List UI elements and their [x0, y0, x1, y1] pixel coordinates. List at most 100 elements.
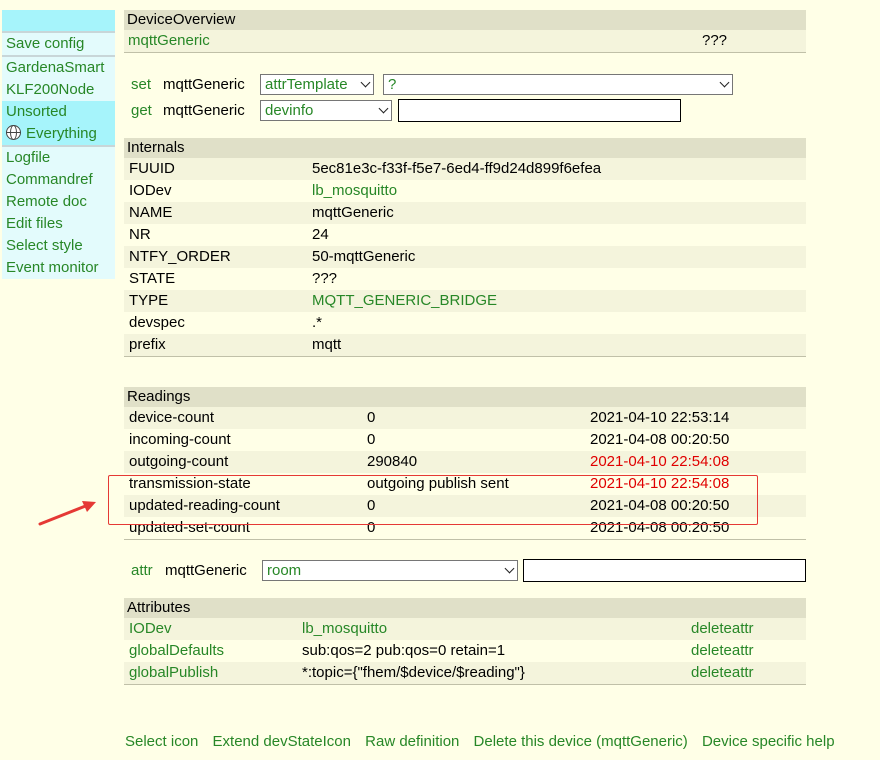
internal-row: IODev lb_mosquitto [124, 180, 806, 202]
set-value-select[interactable]: ? [383, 73, 733, 95]
menu-block-save: Save config [2, 31, 115, 55]
set-option-value: attrTemplate [265, 75, 348, 93]
delete-device-link[interactable]: Delete this device (mqttGeneric) [474, 733, 688, 750]
select-icon-link[interactable]: Select icon [125, 733, 198, 750]
reading-name: outgoing-count [129, 453, 229, 470]
internal-name: devspec [129, 314, 185, 331]
room-everything[interactable]: Everything [2, 123, 115, 145]
set-value-value: ? [388, 75, 397, 93]
attr-device-label: mqttGeneric [165, 561, 247, 579]
internal-name: NAME [129, 204, 173, 221]
get-option-value: devinfo [265, 101, 314, 119]
device-overview: DeviceOverview mqttGeneric ??? [124, 10, 806, 53]
internal-value: 24 [312, 226, 329, 243]
readings-title: Readings [124, 387, 806, 407]
internal-row: FUUID 5ec81e3c-f33f-f5e7-6ed4-ff9d24d899f… [124, 158, 806, 180]
device-overview-title: DeviceOverview [124, 10, 806, 30]
internal-name: NR [129, 226, 151, 243]
internal-row: prefix mqtt [124, 334, 806, 356]
room-everything-label: Everything [26, 125, 97, 142]
room-gardenasmart[interactable]: GardenaSmart [2, 57, 115, 79]
set-command-row: set mqttGeneric attrTemplate ? [124, 71, 806, 97]
get-button[interactable]: get [131, 102, 163, 119]
reading-time-updated: 2021-04-10 22:54:08 [590, 453, 730, 470]
room-klf200node[interactable]: KLF200Node [2, 79, 115, 101]
room-unsorted[interactable]: Unsorted [2, 101, 115, 123]
device-help-link[interactable]: Device specific help [702, 733, 835, 750]
internal-row: TYPE MQTT_GENERIC_BRIDGE [124, 290, 806, 312]
raw-definition-link[interactable]: Raw definition [365, 733, 459, 750]
get-device-label: mqttGeneric [163, 101, 245, 119]
reading-time: 2021-04-08 00:20:50 [590, 431, 730, 448]
reading-value: 290840 [367, 453, 418, 470]
select-style-link[interactable]: Select style [2, 235, 115, 257]
device-name-link[interactable]: mqttGeneric [128, 30, 702, 52]
attribute-value: sub:qos=2 pub:qos=0 retain=1 [302, 642, 506, 659]
internals-title: Internals [124, 138, 806, 158]
annotation-arrow-icon [38, 501, 96, 526]
internal-row: NAME mqttGeneric [124, 202, 806, 224]
internal-value: mqttGeneric [312, 204, 394, 221]
attributes-title: Attributes [124, 598, 806, 618]
delete-attr-button[interactable]: deleteattr [691, 662, 754, 684]
attribute-name-link[interactable]: IODev [129, 618, 302, 640]
internal-value: .* [312, 314, 323, 331]
chevron-down-icon [378, 103, 389, 113]
menu-header-bar [2, 10, 115, 31]
reading-name: incoming-count [129, 431, 231, 448]
set-option-select[interactable]: attrTemplate [260, 73, 374, 95]
internal-name: FUUID [129, 160, 175, 177]
highlight-box [108, 475, 758, 525]
attr-option-select[interactable]: room [262, 559, 518, 581]
internal-row: NTFY_ORDER 50-mqttGeneric [124, 246, 806, 268]
commandref-link[interactable]: Commandref [2, 169, 115, 191]
internal-name: IODev [129, 182, 172, 199]
internal-row: devspec .* [124, 312, 806, 334]
attribute-name-link[interactable]: globalPublish [129, 662, 302, 684]
internal-value-link[interactable]: lb_mosquitto [312, 180, 397, 202]
save-config-link[interactable]: Save config [2, 33, 115, 55]
internal-value: 5ec81e3c-f33f-f5e7-6ed4-ff9d24d899f6efea [312, 160, 602, 177]
extend-devstateicon-link[interactable]: Extend devStateIcon [213, 733, 351, 750]
attribute-row: IODev lb_mosquitto deleteattr [124, 618, 806, 640]
internal-value: ??? [312, 270, 338, 287]
internal-row: NR 24 [124, 224, 806, 246]
chevron-down-icon [360, 77, 371, 87]
internal-row: STATE??? [124, 268, 806, 290]
delete-attr-button[interactable]: deleteattr [691, 618, 754, 640]
get-command-row: get mqttGeneric devinfo [124, 97, 806, 123]
attribute-name-link[interactable]: globalDefaults [129, 640, 302, 662]
internal-name: TYPE [129, 292, 169, 309]
attr-text-input[interactable] [523, 558, 806, 582]
attribute-value: *:topic={"fhem/$device/$reading"} [302, 664, 525, 681]
reading-row: incoming-count 0 2021-04-08 00:20:50 [124, 429, 806, 451]
get-option-select[interactable]: devinfo [260, 99, 392, 121]
get-text-input[interactable] [398, 98, 681, 122]
remote-doc-link[interactable]: Remote doc [2, 191, 115, 213]
device-state: ??? [702, 32, 728, 49]
internal-value: mqtt [312, 336, 342, 353]
delete-attr-button[interactable]: deleteattr [691, 640, 754, 662]
reading-value: 0 [367, 431, 376, 448]
menu-block-rooms: GardenaSmart KLF200Node Unsorted Everyth… [2, 55, 115, 145]
device-actions-bar: Select icon Extend devStateIcon Raw defi… [125, 733, 845, 750]
attr-button[interactable]: attr [131, 562, 165, 579]
internal-value-link[interactable]: MQTT_GENERIC_BRIDGE [312, 290, 497, 312]
internal-name: STATE [129, 270, 176, 287]
reading-value: 0 [367, 409, 376, 426]
attribute-value-link[interactable]: lb_mosquitto [302, 618, 691, 640]
attribute-row: globalDefaults sub:qos=2 pub:qos=0 retain… [124, 640, 806, 662]
internals-table: Internals FUUID 5ec81e3c-f33f-f5e7-6ed4-f… [124, 138, 806, 357]
logfile-link[interactable]: Logfile [2, 147, 115, 169]
attributes-table: Attributes IODev lb_mosquitto deleteattr g… [124, 598, 806, 685]
main-content: DeviceOverview mqttGeneric ??? set mqttG… [124, 10, 806, 685]
event-monitor-link[interactable]: Event monitor [2, 257, 115, 279]
chevron-down-icon [504, 563, 515, 573]
set-button[interactable]: set [131, 76, 163, 93]
set-device-label: mqttGeneric [163, 75, 245, 93]
menu-block-tools: Logfile Commandref Remote doc Edit files… [2, 145, 115, 279]
edit-files-link[interactable]: Edit files [2, 213, 115, 235]
attribute-row: globalPublish *:topic={"fhem/$device/$rea… [124, 662, 806, 684]
reading-name: device-count [129, 409, 215, 426]
left-menu: Save config GardenaSmart KLF200Node Unso… [2, 10, 115, 279]
